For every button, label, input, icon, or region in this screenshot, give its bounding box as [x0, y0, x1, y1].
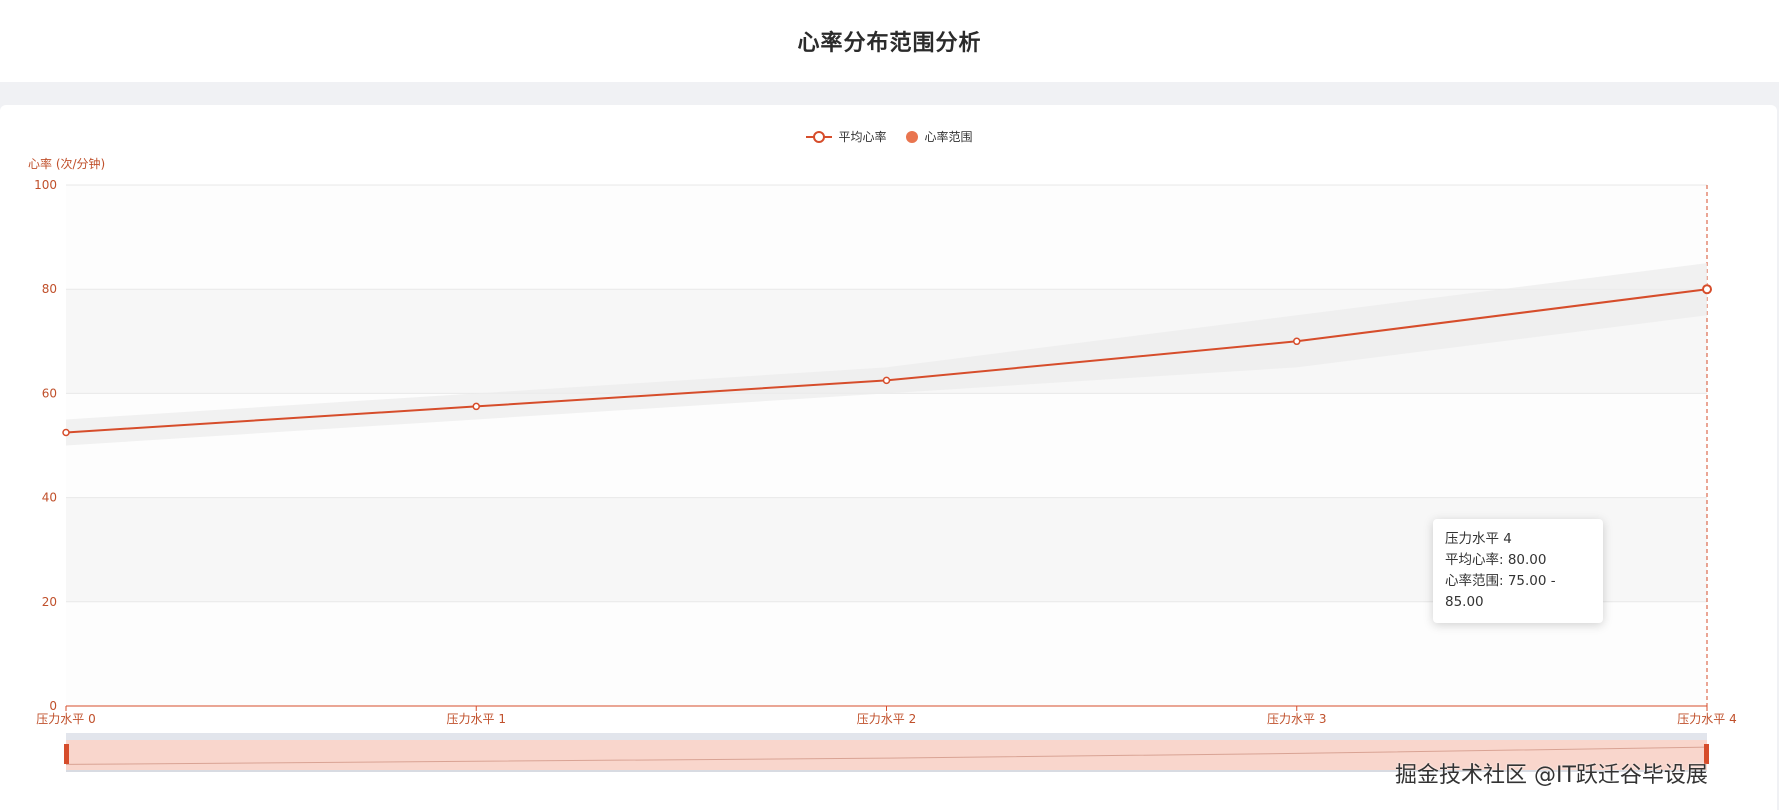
heart-rate-chart: 心率 (次/分钟) 0 20 40 60 80 100 压力水平 0 压力水平 1 压力水平 2… — [28, 156, 1737, 772]
y-tick-label: 100 — [34, 178, 57, 192]
grid-layer — [66, 184, 1708, 707]
tooltip-avg: 平均心率: 80.00 — [1445, 552, 1547, 568]
watermark: 掘金技术社区 @IT跃迁谷毕设展 — [1395, 763, 1708, 788]
avg-point — [62, 428, 70, 437]
avg-point — [882, 376, 891, 385]
x-tick-label: 压力水平 0 — [36, 712, 95, 726]
avg-point — [1293, 337, 1301, 346]
slider-track-top — [66, 733, 1707, 740]
x-tick-label: 压力水平 2 — [857, 712, 916, 726]
slider-handle-left[interactable] — [64, 744, 69, 764]
x-tick-label: 压力水平 1 — [447, 712, 506, 726]
y-tick-label: 80 — [42, 282, 57, 296]
x-tick-label: 压力水平 4 — [1677, 712, 1736, 726]
chart-tooltip: 压力水平 4 平均心率: 80.00 心率范围: 75.00 - 85.00 — [1433, 519, 1603, 623]
x-tick-label: 压力水平 3 — [1267, 712, 1326, 726]
y-tick-label: 20 — [42, 595, 57, 609]
tooltip-title: 压力水平 4 — [1445, 531, 1512, 547]
avg-point — [1702, 284, 1712, 295]
grid-band — [66, 185, 1707, 290]
y-tick-label: 60 — [42, 386, 57, 400]
avg-point — [472, 402, 480, 411]
y-tick-label: 40 — [42, 491, 57, 505]
y-axis-label: 心率 (次/分钟) — [28, 156, 105, 171]
tooltip-range: 心率范围: 75.00 - 85.00 — [1445, 573, 1556, 610]
y-tick-label: 0 — [49, 699, 57, 713]
